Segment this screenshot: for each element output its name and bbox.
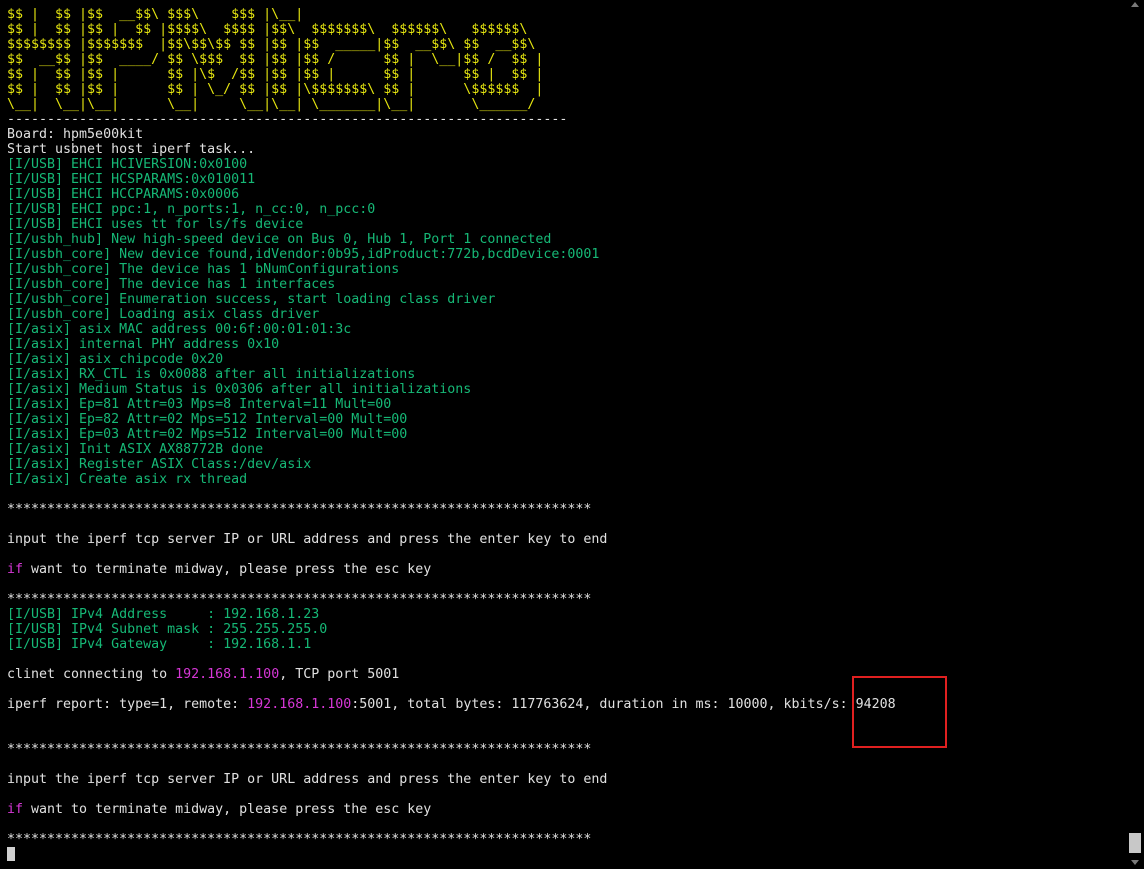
log-line: [I/USB] EHCI uses tt for ls/fs device (7, 217, 304, 232)
log-line: [I/usbh_core] The device has 1 interface… (7, 277, 336, 292)
banner-rule: ----------------------------------------… (7, 112, 568, 127)
log-line: [I/USB] EHCI ppc:1, n_ports:1, n_cc:0, n… (7, 202, 376, 217)
log-line: [I/USB] EHCI HCCPARAMS:0x0006 (7, 187, 240, 202)
connect-ip: 192.168.1.100 (175, 667, 280, 682)
separator-line: ****************************************… (7, 592, 592, 607)
log-line: [I/usbh_core] Loading asix class driver (7, 307, 320, 322)
prompt-line: input the iperf tcp server IP or URL add… (7, 532, 608, 547)
separator-line: ****************************************… (7, 832, 592, 847)
log-line: [I/asix] asix MAC address 00:6f:00:01:01… (7, 322, 352, 337)
ip-log-line: [I/USB] IPv4 Subnet mask : 255.255.255.0 (7, 622, 328, 637)
board-line: Board: hpm5e00kit (7, 127, 144, 142)
report-ip: 192.168.1.100 (247, 697, 352, 712)
prompt-line: input the iperf tcp server IP or URL add… (7, 772, 608, 787)
log-line: [I/USB] EHCI HCSPARAMS:0x010011 (7, 172, 256, 187)
connect-prefix: clinet connecting to (7, 667, 176, 682)
if-keyword: if (7, 562, 24, 577)
banner-line: $$$$$$$$ |$$$$$$$ |$$\$$\$$ $$ |$$ |$$ _… (7, 37, 536, 52)
log-line: [I/asix] internal PHY address 0x10 (7, 337, 280, 352)
log-line: [I/asix] Init ASIX AX88772B done (7, 442, 264, 457)
banner-line: $$ | $$ |$$ | $$ | \_/ $$ |$$ |\$$$$$$$\… (7, 82, 544, 97)
log-line: [I/asix] Medium Status is 0x0306 after a… (7, 382, 472, 397)
banner-line: $$ | $$ |$$ | $$ |\$ /$$ |$$ |$$ | $$ | … (7, 67, 544, 82)
banner-line: \__| \__|\__| \__| \__|\__| \_______|\__… (7, 97, 536, 112)
log-line: [I/usbh_hub] New high-speed device on Bu… (7, 232, 552, 247)
terminal-output[interactable]: $$ | $$ |$$ __$$\ $$$\ $$$ |\__| $$ | $$… (0, 0, 1127, 869)
scroll-up-arrow-icon[interactable] (1131, 2, 1139, 7)
log-line: [I/usbh_core] Enumeration success, start… (7, 292, 496, 307)
iperf-report-line: iperf report: type=1, remote: 192.168.1.… (7, 697, 896, 712)
log-line: [I/usbh_core] New device found,idVendor:… (7, 247, 600, 262)
log-line: [I/asix] Ep=82 Attr=02 Mps=512 Interval=… (7, 412, 408, 427)
connect-suffix: , TCP port 5001 (279, 667, 400, 682)
log-line: [I/asix] RX_CTL is 0x0088 after all init… (7, 367, 416, 382)
ip-log-line: [I/USB] IPv4 Address : 192.168.1.23 (7, 607, 320, 622)
banner-line: $$ | $$ |$$ __$$\ $$$\ $$$ |\__| (7, 7, 304, 22)
terminate-line: if want to terminate midway, please pres… (7, 562, 431, 577)
report-middle: :5001, total bytes: 117763624, duration … (351, 697, 856, 712)
separator-line: ****************************************… (7, 742, 592, 757)
start-line: Start usbnet host iperf task... (7, 142, 256, 157)
log-line: [I/asix] Create asix rx thread (7, 472, 248, 487)
connect-line: clinet connecting to 192.168.1.100, TCP … (7, 667, 399, 682)
scrollbar-thumb[interactable] (1129, 833, 1141, 853)
vertical-scrollbar[interactable] (1127, 0, 1144, 869)
log-line: [I/asix] asix chipcode 0x20 (7, 352, 224, 367)
scroll-down-arrow-icon[interactable] (1131, 860, 1139, 865)
banner-line: $$ | $$ |$$ | $$ |$$$$\ $$$$ |$$\ $$$$$$… (7, 22, 528, 37)
terminate-text: want to terminate midway, please press t… (23, 802, 432, 817)
log-line: [I/USB] EHCI HCIVERSION:0x0100 (7, 157, 248, 172)
separator-line: ****************************************… (7, 502, 592, 517)
terminate-text: want to terminate midway, please press t… (23, 562, 432, 577)
report-prefix: iperf report: type=1, remote: (7, 697, 248, 712)
log-line: [I/asix] Ep=81 Attr=03 Mps=8 Interval=11… (7, 397, 392, 412)
log-line: [I/asix] Ep=03 Attr=02 Mps=512 Interval=… (7, 427, 408, 442)
log-line: [I/asix] Register ASIX Class:/dev/asix (7, 457, 312, 472)
text-cursor (7, 847, 15, 861)
log-line: [I/usbh_core] The device has 1 bNumConfi… (7, 262, 400, 277)
ip-log-line: [I/USB] IPv4 Gateway : 192.168.1.1 (7, 637, 312, 652)
if-keyword: if (7, 802, 24, 817)
terminate-line: if want to terminate midway, please pres… (7, 802, 431, 817)
banner-line: $$ __$$ |$$ ____/ $$ \$$$ $$ |$$ |$$ / $… (7, 52, 544, 67)
kbits-highlight-box (852, 676, 947, 748)
